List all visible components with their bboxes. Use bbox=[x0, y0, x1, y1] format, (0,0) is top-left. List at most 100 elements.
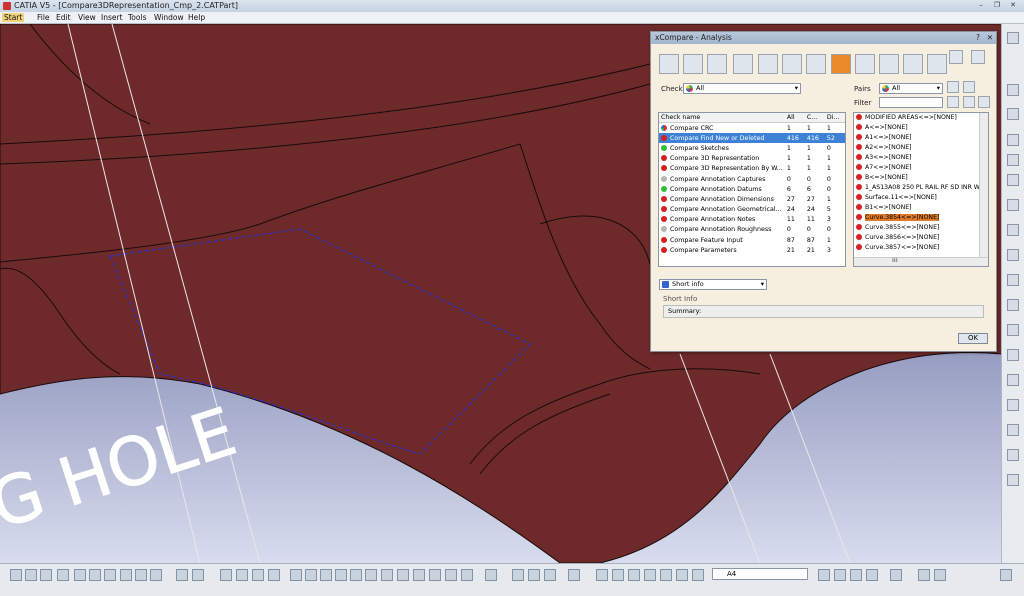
pair-list-item[interactable]: A1<=>[NONE] bbox=[854, 133, 988, 143]
sort-icon[interactable] bbox=[947, 81, 959, 93]
fit-all-icon[interactable] bbox=[305, 569, 317, 581]
table-row[interactable]: Compare Annotation Geometrical... 24 24 5 bbox=[659, 205, 845, 215]
table-row[interactable]: Compare 3D Representation By W... 1 1 1 bbox=[659, 164, 845, 174]
search-icon[interactable] bbox=[947, 96, 959, 108]
tool-icon[interactable] bbox=[612, 569, 624, 581]
minimize-button[interactable]: – bbox=[974, 1, 988, 10]
print-icon[interactable] bbox=[57, 569, 69, 581]
table-row[interactable]: Compare Annotation Captures 0 0 0 bbox=[659, 174, 845, 184]
filter-icon[interactable] bbox=[963, 96, 975, 108]
help-icon[interactable] bbox=[150, 569, 162, 581]
menu-insert[interactable]: Insert bbox=[101, 13, 123, 22]
tag-icon[interactable] bbox=[733, 54, 753, 74]
pairs-vertical-scrollbar[interactable] bbox=[979, 113, 988, 266]
tool-icon[interactable] bbox=[528, 569, 540, 581]
pair-list-item[interactable]: A3<=>[NONE] bbox=[854, 153, 988, 163]
menu-window[interactable]: Window bbox=[154, 13, 184, 22]
pan-icon[interactable] bbox=[320, 569, 332, 581]
highlight-icon[interactable] bbox=[831, 54, 851, 74]
pair-list-item[interactable]: MODIFIED AREAS<=>[NONE] bbox=[854, 113, 988, 123]
sketch-icon[interactable] bbox=[1007, 84, 1019, 96]
tool-icon[interactable] bbox=[512, 569, 524, 581]
table-row[interactable]: Compare Annotation Notes 11 11 3 bbox=[659, 215, 845, 225]
normal-view-icon[interactable] bbox=[381, 569, 393, 581]
menu-help[interactable]: Help bbox=[188, 13, 205, 22]
view-icon[interactable] bbox=[397, 569, 409, 581]
tool-icon[interactable] bbox=[890, 569, 902, 581]
pair-list-item[interactable]: A7<=>[NONE] bbox=[854, 163, 988, 173]
export-icon[interactable] bbox=[855, 54, 875, 74]
tool-icon[interactable] bbox=[1007, 349, 1019, 361]
menu-start[interactable]: Start bbox=[2, 13, 25, 22]
paste-icon[interactable] bbox=[104, 569, 116, 581]
measure-icon[interactable] bbox=[236, 569, 248, 581]
microscope-icon[interactable] bbox=[707, 54, 727, 74]
tool-icon[interactable] bbox=[834, 569, 846, 581]
pair-list-item[interactable]: Curve.3856<=>[NONE] bbox=[854, 233, 988, 243]
tool-icon[interactable] bbox=[644, 569, 656, 581]
pair-list-item[interactable]: A2<=>[NONE] bbox=[854, 143, 988, 153]
rotate-icon[interactable] bbox=[335, 569, 347, 581]
scale-select[interactable]: A4 bbox=[712, 568, 808, 580]
analysis-icon[interactable] bbox=[1007, 174, 1019, 186]
table-row[interactable]: Compare Annotation Datums 6 6 0 bbox=[659, 184, 845, 194]
clear-filter-icon[interactable] bbox=[978, 96, 990, 108]
column-header-d[interactable]: Di... bbox=[824, 113, 845, 123]
tool-icon[interactable] bbox=[1007, 199, 1019, 211]
tool-icon[interactable] bbox=[1007, 324, 1019, 336]
tool-icon[interactable] bbox=[1007, 374, 1019, 386]
formula-icon[interactable] bbox=[176, 569, 188, 581]
filter-input[interactable] bbox=[879, 97, 943, 108]
table-row[interactable]: Compare Find New or Deleted 416 416 52 bbox=[659, 133, 845, 144]
image-icon[interactable] bbox=[782, 54, 802, 74]
compass-icon[interactable] bbox=[1007, 134, 1019, 146]
save-icon[interactable] bbox=[40, 569, 52, 581]
tool-icon[interactable] bbox=[1007, 299, 1019, 311]
menu-edit[interactable]: Edit bbox=[56, 13, 71, 22]
search-icon[interactable] bbox=[683, 54, 703, 74]
tool-icon[interactable] bbox=[1007, 424, 1019, 436]
tool-icon[interactable] bbox=[596, 569, 608, 581]
table-row[interactable]: Compare CRC 1 1 1 bbox=[659, 123, 845, 134]
book-icon[interactable] bbox=[879, 54, 899, 74]
copy-icon[interactable] bbox=[89, 569, 101, 581]
checks-select[interactable]: All ▾ bbox=[683, 83, 801, 94]
column-header-c[interactable]: C... bbox=[804, 113, 825, 123]
dialog-help-button[interactable]: ? bbox=[976, 32, 980, 44]
pair-list-item[interactable]: Curve.3855<=>[NONE] bbox=[854, 223, 988, 233]
new-icon[interactable] bbox=[10, 569, 22, 581]
tool-icon[interactable] bbox=[461, 569, 473, 581]
zoom-in-icon[interactable] bbox=[350, 569, 362, 581]
tool-icon[interactable] bbox=[1007, 224, 1019, 236]
menu-view[interactable]: View bbox=[78, 13, 96, 22]
menu-tools[interactable]: Tools bbox=[128, 13, 146, 22]
pair-list-item[interactable]: Curve.3857<=>[NONE] bbox=[854, 243, 988, 253]
compare-tool-icon[interactable] bbox=[659, 54, 679, 74]
redo-icon[interactable] bbox=[135, 569, 147, 581]
column-header-all[interactable]: All bbox=[784, 113, 805, 123]
cut-icon[interactable] bbox=[74, 569, 86, 581]
pair-list-item[interactable]: B<=>[NONE] bbox=[854, 173, 988, 183]
tool-icon[interactable] bbox=[934, 569, 946, 581]
close-button[interactable]: ✕ bbox=[1006, 1, 1020, 10]
tool-icon[interactable] bbox=[850, 569, 862, 581]
pair-list-item[interactable]: Curve.3854<=>[NONE] bbox=[854, 213, 988, 223]
table-row[interactable]: Compare Annotation Dimensions 27 27 1 bbox=[659, 194, 845, 204]
tool-icon[interactable] bbox=[1007, 274, 1019, 286]
tool-icon[interactable] bbox=[918, 569, 930, 581]
info-mode-select[interactable]: Short info ▾ bbox=[659, 279, 767, 290]
undo-icon[interactable] bbox=[120, 569, 132, 581]
hide-icon[interactable] bbox=[429, 569, 441, 581]
measure-icon[interactable] bbox=[252, 569, 264, 581]
restore-button[interactable]: ❐ bbox=[990, 1, 1004, 10]
cubes-icon[interactable] bbox=[927, 54, 947, 74]
pairs-select[interactable]: All ▾ bbox=[879, 83, 943, 94]
pair-list-item[interactable]: A<=>[NONE] bbox=[854, 123, 988, 133]
tool-icon[interactable] bbox=[818, 569, 830, 581]
table-row[interactable]: Compare Parameters 21 21 3 bbox=[659, 245, 845, 255]
tool-icon[interactable] bbox=[1007, 474, 1019, 486]
menu-file[interactable]: File bbox=[37, 13, 50, 22]
filter-options-icon[interactable] bbox=[971, 50, 985, 64]
pair-list-item[interactable]: 1_AS13A08 250 PL RAIL RF SD INR WITH bbox=[854, 183, 988, 193]
fly-icon[interactable] bbox=[290, 569, 302, 581]
